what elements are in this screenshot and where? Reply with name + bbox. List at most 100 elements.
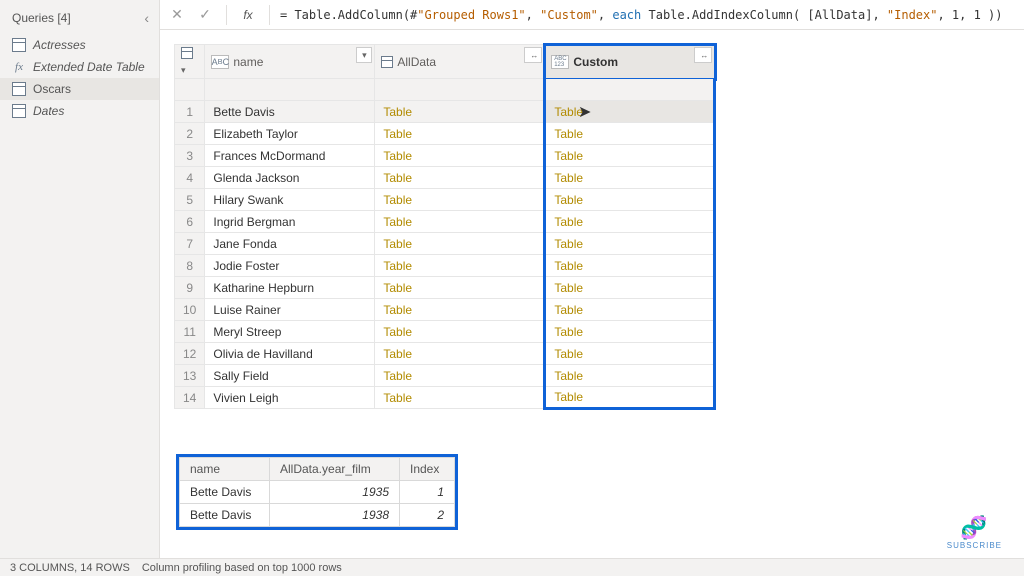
row-number: 12 (175, 343, 205, 365)
cell-alldata[interactable]: Table (375, 255, 545, 277)
cell-alldata[interactable]: Table (375, 211, 545, 233)
table-row[interactable]: 6Ingrid BergmanTableTable (175, 211, 715, 233)
cell-alldata[interactable]: Table (375, 277, 545, 299)
cell-name[interactable]: Hilary Swank (205, 189, 375, 211)
cell-name[interactable]: Sally Field (205, 365, 375, 387)
cell-custom[interactable]: Table (545, 277, 715, 299)
expand-column-button[interactable]: ↔ (694, 47, 712, 63)
table-row[interactable]: 4Glenda JacksonTableTable (175, 167, 715, 189)
column-header-alldata[interactable]: AllData ↔ (375, 45, 545, 79)
expand-column-button[interactable]: ↔ (524, 47, 542, 63)
cell-custom[interactable]: Table (545, 255, 715, 277)
row-number: 10 (175, 299, 205, 321)
cell-name[interactable]: Luise Rainer (205, 299, 375, 321)
cell-alldata[interactable]: Table (375, 189, 545, 211)
cell-name[interactable]: Jodie Foster (205, 255, 375, 277)
cancel-formula-button[interactable]: ✕ (166, 4, 188, 26)
query-item-actresses[interactable]: Actresses (0, 34, 159, 56)
cell-alldata[interactable]: Table (375, 101, 545, 123)
cell-name[interactable]: Frances McDormand (205, 145, 375, 167)
table-row[interactable]: 12Olivia de HavillandTableTable (175, 343, 715, 365)
cell-alldata[interactable]: Table (375, 233, 545, 255)
subscribe-watermark: 🧬 SUBSCRIBE (947, 515, 1002, 550)
table-row[interactable]: 9Katharine HepburnTableTable (175, 277, 715, 299)
table-row[interactable]: 5Hilary SwankTableTable (175, 189, 715, 211)
cell-name[interactable]: Ingrid Bergman (205, 211, 375, 233)
table-row[interactable]: 7Jane FondaTableTable (175, 233, 715, 255)
row-number: 3 (175, 145, 205, 167)
cell-custom[interactable]: Table (545, 321, 715, 343)
separator (269, 5, 270, 25)
row-number-header[interactable]: ▾ (175, 45, 205, 79)
cell-alldata[interactable]: Table (375, 145, 545, 167)
row-number: 4 (175, 167, 205, 189)
status-dimensions: 3 COLUMNS, 14 ROWS (10, 562, 130, 574)
commit-formula-button[interactable]: ✓ (194, 4, 216, 26)
table-row[interactable]: 2Elizabeth TaylorTableTable (175, 123, 715, 145)
cell-custom[interactable]: Table (545, 233, 715, 255)
collapse-sidebar-icon[interactable]: ‹ (144, 10, 149, 26)
cell-custom[interactable]: Table (545, 167, 715, 189)
queries-sidebar: Queries [4] ‹ Actresses fx Extended Date… (0, 0, 160, 558)
preview-header-name: name (180, 458, 270, 481)
separator (226, 5, 227, 25)
cell-alldata[interactable]: Table (375, 387, 545, 409)
cell-name[interactable]: Glenda Jackson (205, 167, 375, 189)
query-item-extended-date-table[interactable]: fx Extended Date Table (0, 56, 159, 78)
preview-row: Bette Davis 1938 2 (180, 504, 455, 527)
query-label: Extended Date Table (33, 60, 145, 74)
cell-custom[interactable]: Table (545, 387, 715, 409)
status-profiling: Column profiling based on top 1000 rows (142, 562, 342, 574)
table-row[interactable]: 8Jodie FosterTableTable (175, 255, 715, 277)
cell-custom[interactable]: Table (545, 343, 715, 365)
type-any-icon: ABC123 (551, 55, 569, 69)
column-header-name[interactable]: ABC name ▾ (205, 45, 375, 79)
cell-name[interactable]: Bette Davis (205, 101, 375, 123)
record-preview-pane: name AllData.year_film Index Bette Davis… (176, 454, 458, 530)
table-row[interactable]: 1Bette DavisTableTable (175, 101, 715, 123)
status-bar: 3 COLUMNS, 14 ROWS Column profiling base… (0, 558, 1024, 576)
row-number: 13 (175, 365, 205, 387)
query-item-oscars[interactable]: Oscars (0, 78, 159, 100)
cell-custom[interactable]: Table (545, 101, 715, 123)
cell-custom[interactable]: Table (545, 211, 715, 233)
table-icon (12, 38, 26, 52)
cell-alldata[interactable]: Table (375, 299, 545, 321)
formula-bar: ✕ ✓ fx = Table.AddColumn(#"Grouped Rows1… (160, 0, 1024, 30)
cell-alldata[interactable]: Table (375, 365, 545, 387)
cell-custom[interactable]: Table (545, 123, 715, 145)
table-icon (12, 82, 26, 96)
cell-custom[interactable]: Table (545, 189, 715, 211)
column-label: AllData (397, 55, 436, 69)
row-number: 1 (175, 101, 205, 123)
table-row[interactable]: 3Frances McDormandTableTable (175, 145, 715, 167)
cell-custom[interactable]: Table (545, 365, 715, 387)
filter-dropdown-button[interactable]: ▾ (356, 47, 372, 63)
table-row[interactable]: 13Sally FieldTableTable (175, 365, 715, 387)
cell-name[interactable]: Meryl Streep (205, 321, 375, 343)
cell-name[interactable]: Katharine Hepburn (205, 277, 375, 299)
cell-name[interactable]: Olivia de Havilland (205, 343, 375, 365)
query-item-dates[interactable]: Dates (0, 100, 159, 122)
row-number: 5 (175, 189, 205, 211)
table-row[interactable]: 11Meryl StreepTableTable (175, 321, 715, 343)
cell-name[interactable]: Jane Fonda (205, 233, 375, 255)
row-number: 2 (175, 123, 205, 145)
cell-name[interactable]: Elizabeth Taylor (205, 123, 375, 145)
dna-icon: 🧬 (947, 515, 1002, 541)
cell-alldata[interactable]: Table (375, 321, 545, 343)
cell-custom[interactable]: Table (545, 145, 715, 167)
cell-alldata[interactable]: Table (375, 123, 545, 145)
cell-custom[interactable]: Table (545, 299, 715, 321)
query-label: Dates (33, 104, 64, 118)
table-row[interactable]: 14Vivien LeighTableTable (175, 387, 715, 409)
cell-name[interactable]: Vivien Leigh (205, 387, 375, 409)
cell-alldata[interactable]: Table (375, 343, 545, 365)
column-header-custom[interactable]: ABC123 Custom ↔ (545, 45, 715, 79)
data-grid[interactable]: ▾ ABC name ▾ AllData (174, 44, 716, 410)
column-label: Custom (573, 55, 618, 69)
cell-alldata[interactable]: Table (375, 167, 545, 189)
formula-text[interactable]: = Table.AddColumn(#"Grouped Rows1", "Cus… (280, 8, 1003, 22)
row-number: 9 (175, 277, 205, 299)
table-row[interactable]: 10Luise RainerTableTable (175, 299, 715, 321)
